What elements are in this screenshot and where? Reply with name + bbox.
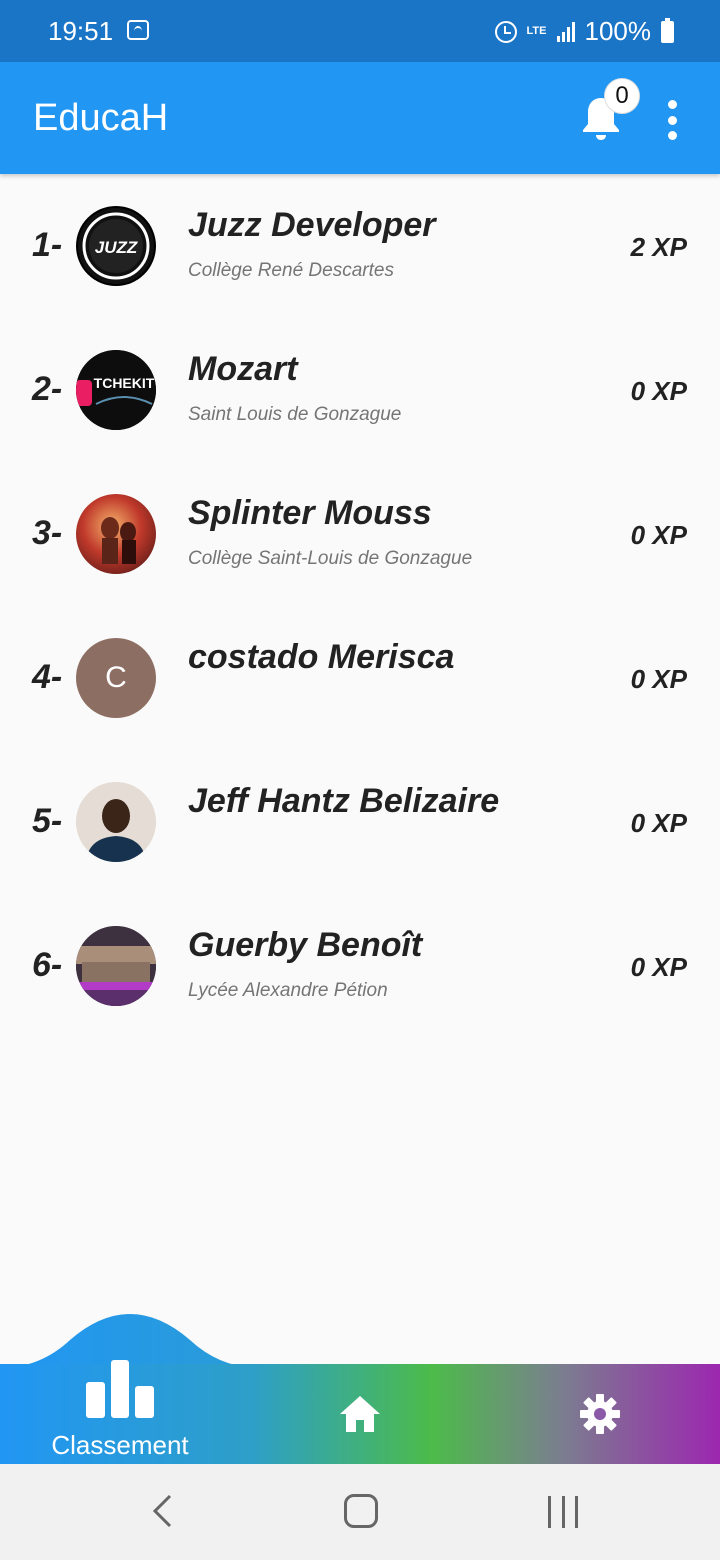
rank-number: 4- <box>32 658 63 696</box>
rank-number: 6- <box>32 946 63 984</box>
list-item[interactable]: 6- Guerby Benoît Lycée Alexandre Pétion … <box>0 894 720 1038</box>
user-xp: 2 XP <box>630 232 687 262</box>
list-item[interactable]: 5- Jeff Hantz Belizaire 0 XP <box>0 750 720 894</box>
settings-icon[interactable] <box>578 1392 622 1436</box>
nav-item-classement[interactable]: Classement <box>0 1350 240 1464</box>
user-school: Collège René Descartes <box>188 260 394 281</box>
user-school: Saint Louis de Gonzague <box>188 404 402 425</box>
back-icon[interactable] <box>150 1494 174 1528</box>
status-indicators: LTE 100% <box>494 16 674 47</box>
system-nav-bar <box>0 1464 720 1560</box>
user-name: Splinter Mouss <box>188 494 432 532</box>
avatar <box>76 782 156 862</box>
rank-number: 3- <box>32 514 63 552</box>
user-name: costado Merisca <box>188 638 455 676</box>
status-bar: 19:51 LTE 100% <box>0 0 720 62</box>
user-xp: 0 XP <box>630 376 687 406</box>
app-bar: EducaH 0 <box>0 62 720 174</box>
avatar: C <box>76 638 156 718</box>
list-item[interactable]: 3- Splinter Mouss Collège Saint-Louis de… <box>0 462 720 606</box>
wifi-icon <box>127 20 149 40</box>
ranking-icon <box>86 1360 155 1418</box>
user-name: Guerby Benoît <box>188 926 423 964</box>
recent-apps-icon[interactable] <box>548 1496 578 1528</box>
alarm-icon <box>494 20 517 43</box>
svg-text:TCHEKIT: TCHEKIT <box>94 375 155 391</box>
user-xp: 0 XP <box>630 952 687 982</box>
list-item[interactable]: 4- C costado Merisca 0 XP <box>0 606 720 750</box>
list-item[interactable]: 2- TCHEKIT Mozart Saint Louis de Gonzagu… <box>0 318 720 462</box>
avatar: JUZZ <box>76 206 156 286</box>
user-xp: 0 XP <box>630 520 687 550</box>
avatar <box>76 494 156 574</box>
list-item[interactable]: 1- JUZZ Juzz Developer Collège René Desc… <box>0 174 720 318</box>
app-title: EducaH <box>33 97 169 139</box>
battery-icon <box>661 17 674 43</box>
signal-icon <box>556 21 575 42</box>
battery-percent: 100% <box>584 16 652 46</box>
user-school: Collège Saint-Louis de Gonzague <box>188 548 473 569</box>
user-xp: 0 XP <box>630 808 687 838</box>
home-icon[interactable] <box>338 1392 382 1436</box>
user-xp: 0 XP <box>630 664 687 694</box>
user-name: Jeff Hantz Belizaire <box>188 782 500 820</box>
lte-icon: LTE <box>526 25 547 37</box>
notification-badge: 0 <box>604 78 640 114</box>
nav-label-classement: Classement <box>51 1430 189 1460</box>
avatar-letter: C <box>76 638 156 718</box>
avatar: TCHEKIT <box>76 350 156 430</box>
avatar <box>76 926 156 1006</box>
user-name: Mozart <box>188 350 298 388</box>
system-home-icon[interactable] <box>344 1494 378 1528</box>
user-school: Lycée Alexandre Pétion <box>188 980 388 1001</box>
status-time: 19:51 <box>48 16 114 46</box>
svg-text:JUZZ: JUZZ <box>95 238 138 257</box>
rank-number: 2- <box>32 370 63 408</box>
overflow-menu-icon[interactable] <box>662 100 682 140</box>
user-name: Juzz Developer <box>188 206 436 244</box>
rank-number: 5- <box>32 802 63 840</box>
rank-number: 1- <box>32 226 63 264</box>
